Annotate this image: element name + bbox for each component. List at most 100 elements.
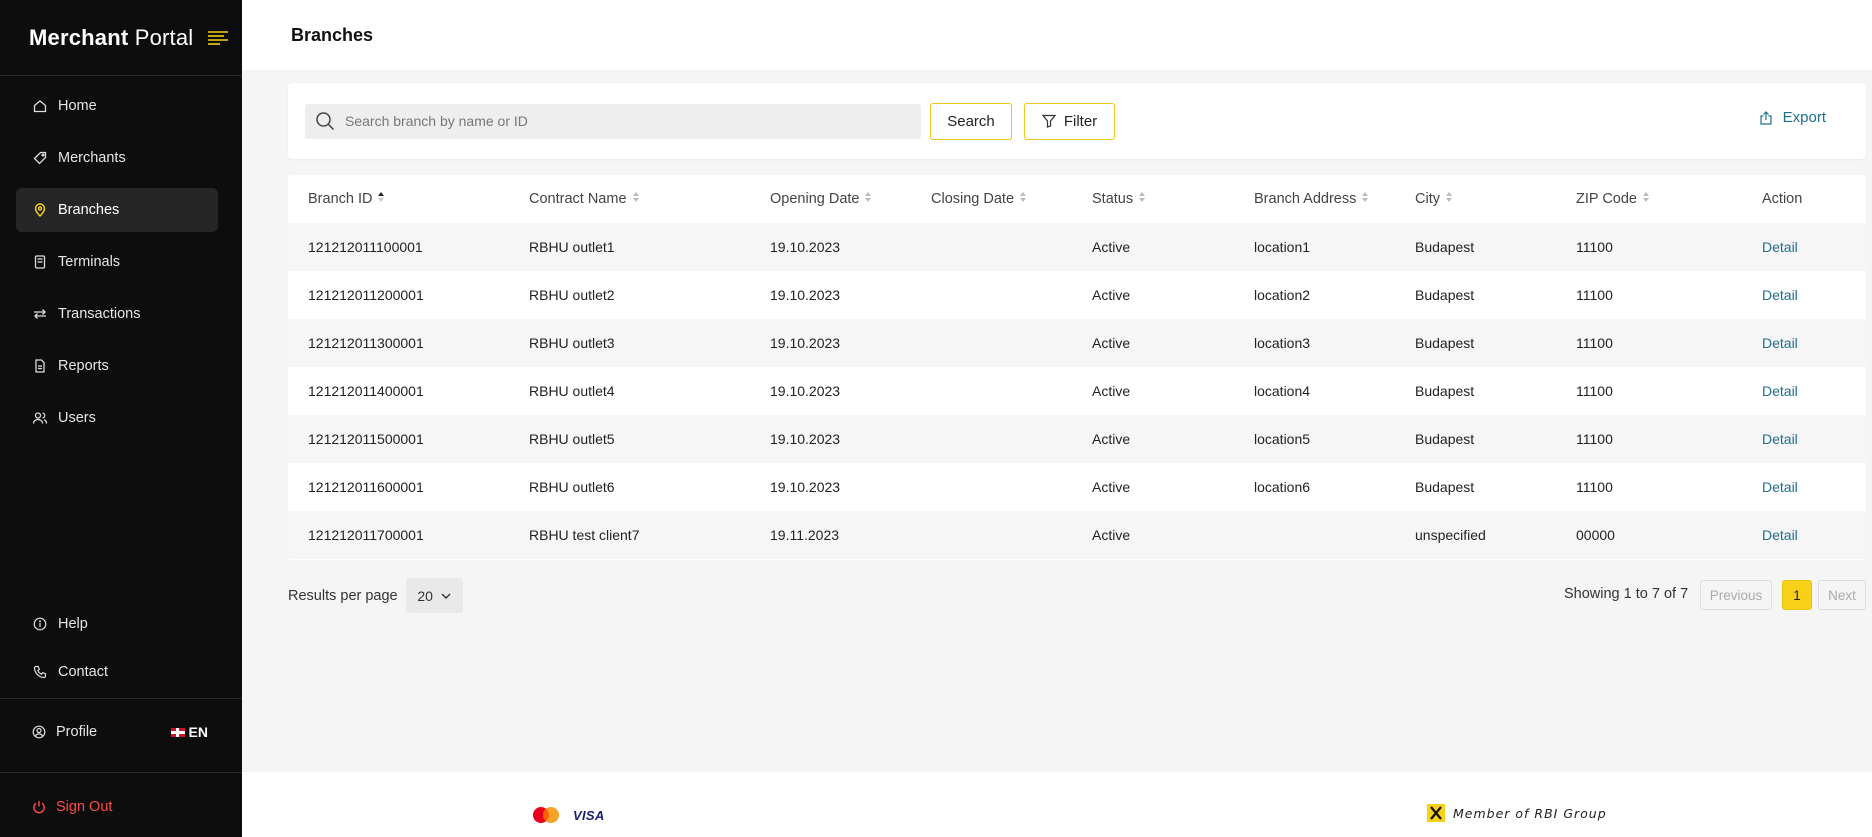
- column-header-zip-code[interactable]: ZIP Code: [1576, 175, 1762, 223]
- search-toolbar: Search Filter Export: [288, 83, 1866, 159]
- nav-item-contact[interactable]: Contact: [16, 650, 218, 694]
- cell-zip-code: 11100: [1576, 383, 1613, 399]
- brand-header: Merchant Portal: [0, 0, 242, 76]
- cell-opening-date: 19.11.2023: [770, 527, 840, 543]
- main-nav: Home Merchants Branches Terminals Transa…: [0, 76, 242, 440]
- branches-table: Branch ID Contract Name Opening Date Clo…: [288, 175, 1866, 559]
- nav-item-help[interactable]: Help: [16, 602, 218, 646]
- cell-closing-date: [931, 367, 1092, 415]
- nav-item-users[interactable]: Users: [16, 396, 218, 440]
- filter-button[interactable]: Filter: [1024, 102, 1115, 140]
- search-input[interactable]: [345, 113, 905, 129]
- page-number-button[interactable]: 1: [1782, 580, 1812, 610]
- sort-icon: [1361, 191, 1369, 207]
- cell-branch-address: location1: [1254, 239, 1311, 255]
- profile-link[interactable]: Profile: [32, 724, 97, 740]
- cell-city: Budapest: [1415, 239, 1475, 255]
- sidebar: Merchant Portal Home Merchants Branches …: [0, 0, 242, 837]
- raiffeisen-logo-icon: [1427, 804, 1445, 822]
- table-row: 121212011700001 RBHU test client7 19.11.…: [288, 511, 1866, 559]
- filter-icon: [1041, 114, 1056, 128]
- language-switcher[interactable]: EN: [170, 724, 208, 740]
- cell-status: Active: [1092, 479, 1131, 495]
- cell-contract-name: RBHU outlet6: [529, 479, 615, 495]
- table-row: 121212011200001 RBHU outlet2 19.10.2023 …: [288, 271, 1866, 319]
- cell-closing-date: [931, 511, 1092, 559]
- next-page-button[interactable]: Next: [1818, 580, 1866, 610]
- cell-branch-id: 121212011600001: [308, 479, 424, 495]
- column-header-opening-date[interactable]: Opening Date: [770, 175, 931, 223]
- table-row: 121212011300001 RBHU outlet3 19.10.2023 …: [288, 319, 1866, 367]
- location-pin-icon: [32, 202, 48, 218]
- cell-closing-date: [931, 223, 1092, 271]
- cell-opening-date: 19.10.2023: [770, 479, 841, 495]
- visa-logo: VISA: [573, 807, 605, 823]
- home-icon: [32, 98, 48, 114]
- table-row: 121212011400001 RBHU outlet4 19.10.2023 …: [288, 367, 1866, 415]
- cell-branch-id: 121212011700001: [308, 527, 424, 543]
- users-icon: [32, 410, 48, 426]
- detail-link[interactable]: Detail: [1762, 383, 1798, 399]
- column-header-status[interactable]: Status: [1092, 175, 1254, 223]
- uk-flag-icon: [170, 727, 185, 737]
- cell-status: Active: [1092, 335, 1131, 351]
- sort-icon: [1642, 191, 1650, 207]
- search-field[interactable]: [305, 103, 921, 139]
- cell-city: Budapest: [1415, 431, 1475, 447]
- detail-link[interactable]: Detail: [1762, 527, 1798, 543]
- nav-item-reports[interactable]: Reports: [16, 344, 218, 388]
- sign-out-button[interactable]: Sign Out: [32, 799, 112, 815]
- sort-icon: [1445, 191, 1453, 207]
- cell-opening-date: 19.10.2023: [770, 431, 841, 447]
- power-icon: [32, 800, 46, 814]
- page-title: Branches: [291, 24, 374, 45]
- cell-branch-address: location6: [1254, 479, 1311, 495]
- detail-link[interactable]: Detail: [1762, 287, 1798, 303]
- brand-logo: Merchant Portal: [29, 24, 194, 50]
- cell-contract-name: RBHU outlet1: [529, 239, 615, 255]
- menu-toggle-icon[interactable]: [206, 26, 230, 50]
- nav-item-branches[interactable]: Branches: [16, 188, 218, 232]
- export-icon: [1759, 110, 1773, 125]
- export-button[interactable]: Export: [1759, 109, 1826, 126]
- search-button[interactable]: Search: [930, 102, 1012, 140]
- cell-branch-id: 121212011300001: [308, 335, 424, 351]
- bottom-nav: Help Contact: [0, 602, 242, 698]
- nav-item-transactions[interactable]: Transactions: [16, 292, 218, 336]
- cell-city: Budapest: [1415, 287, 1475, 303]
- detail-link[interactable]: Detail: [1762, 431, 1798, 447]
- column-header-action: Action: [1762, 191, 1803, 207]
- nav-item-terminals[interactable]: Terminals: [16, 240, 218, 284]
- cell-contract-name: RBHU outlet5: [529, 431, 615, 447]
- detail-link[interactable]: Detail: [1762, 335, 1798, 351]
- nav-item-merchants[interactable]: Merchants: [16, 136, 218, 180]
- cell-zip-code: 11100: [1576, 335, 1613, 351]
- user-circle-icon: [32, 725, 46, 739]
- cell-branch-id: 121212011500001: [308, 431, 424, 447]
- previous-page-button[interactable]: Previous: [1700, 580, 1772, 610]
- cell-status: Active: [1092, 287, 1131, 303]
- table-row: 121212011100001 RBHU outlet1 19.10.2023 …: [288, 223, 1866, 271]
- column-header-city[interactable]: City: [1415, 175, 1576, 223]
- column-header-branch-id[interactable]: Branch ID: [288, 175, 529, 223]
- cell-status: Active: [1092, 527, 1131, 543]
- detail-link[interactable]: Detail: [1762, 239, 1798, 255]
- results-per-page-select[interactable]: 20: [405, 578, 463, 613]
- column-header-contract-name[interactable]: Contract Name: [529, 175, 770, 223]
- transfer-arrows-icon: [32, 306, 48, 322]
- cell-opening-date: 19.10.2023: [770, 383, 841, 399]
- column-header-closing-date[interactable]: Closing Date: [931, 175, 1092, 223]
- cell-status: Active: [1092, 431, 1131, 447]
- results-per-page-label: Results per page: [288, 587, 398, 604]
- info-icon: [32, 616, 48, 632]
- sort-icon: [1019, 191, 1027, 207]
- sort-icon: [864, 191, 872, 207]
- search-icon: [315, 111, 335, 131]
- sidebar-divider: [0, 698, 242, 699]
- detail-link[interactable]: Detail: [1762, 479, 1798, 495]
- nav-item-home[interactable]: Home: [16, 84, 218, 128]
- payment-logos: VISA: [531, 805, 605, 825]
- cell-status: Active: [1092, 383, 1131, 399]
- cell-contract-name: RBHU outlet4: [529, 383, 615, 399]
- column-header-branch-address[interactable]: Branch Address: [1254, 175, 1415, 223]
